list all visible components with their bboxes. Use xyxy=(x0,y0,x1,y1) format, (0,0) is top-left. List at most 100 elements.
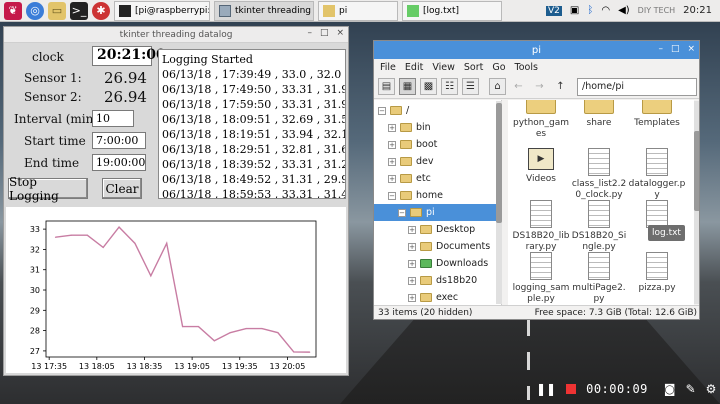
icon-view-icon[interactable]: ▦ xyxy=(399,78,416,95)
tree-item[interactable]: + boot xyxy=(374,136,496,153)
compact-view-icon[interactable]: ☷ xyxy=(441,78,458,95)
fm-title: pi xyxy=(531,44,542,56)
interval-label: Interval (min) xyxy=(14,112,99,126)
list-view-icon[interactable]: ☰ xyxy=(462,78,479,95)
expander-icon[interactable]: − xyxy=(378,106,386,115)
volume-icon[interactable]: ◀) xyxy=(618,5,630,16)
expander-icon[interactable]: + xyxy=(408,293,416,302)
close-icon[interactable]: × xyxy=(336,28,344,38)
expander-icon[interactable]: + xyxy=(408,259,416,268)
pencil-icon[interactable]: ✎ xyxy=(686,382,696,396)
tree-scrollbar-thumb[interactable] xyxy=(496,103,502,223)
menu-edit[interactable]: Edit xyxy=(405,62,423,73)
expander-icon[interactable]: + xyxy=(408,276,416,285)
minimize-icon[interactable]: – xyxy=(658,44,663,54)
expander-icon[interactable]: − xyxy=(398,208,406,217)
file-item[interactable]: DS18B20_library.py xyxy=(512,200,570,253)
end-time-input[interactable]: 19:00:00 xyxy=(92,154,146,171)
tree-item[interactable]: + ds18b20 xyxy=(374,272,496,289)
file-item[interactable]: DS18B20_Single.py xyxy=(570,200,628,253)
tree-item[interactable]: + Documents xyxy=(374,238,496,255)
sidebar-toggle-icon[interactable]: ▤ xyxy=(378,78,395,95)
menu-file[interactable]: File xyxy=(380,62,396,73)
file-item[interactable]: class_list2.20_clock.py xyxy=(570,148,628,201)
expander-icon[interactable]: + xyxy=(408,242,416,251)
monitor-icon[interactable]: ▣ xyxy=(570,5,579,16)
browser-icon[interactable]: ◎ xyxy=(26,1,44,20)
tree-item[interactable]: + exec xyxy=(374,289,496,305)
menu-go[interactable]: Go xyxy=(492,62,505,73)
interval-input[interactable]: 10 xyxy=(92,110,134,127)
file-manager-icon[interactable]: ▭ xyxy=(48,1,66,20)
folder-icon xyxy=(400,123,412,132)
start-time-input[interactable]: 7:00:00 xyxy=(92,132,146,149)
raspberry-menu-icon[interactable]: ❦ xyxy=(4,1,22,20)
file-item-label: share xyxy=(586,118,612,128)
path-input[interactable]: /home/pi xyxy=(577,77,697,96)
task-tkinter[interactable]: tkinter threading d... xyxy=(214,0,314,21)
settings-icon[interactable]: ⚙ xyxy=(706,382,717,396)
expander-icon[interactable]: + xyxy=(388,157,396,166)
folder-icon xyxy=(584,100,614,114)
menu-tools[interactable]: Tools xyxy=(515,62,538,73)
log-textbox[interactable]: Logging Started 06/13/18 , 17:39:49 , 33.… xyxy=(158,49,346,199)
maximize-icon[interactable]: □ xyxy=(320,28,329,38)
file-item-label: multiPage2.py xyxy=(572,283,626,304)
expander-icon[interactable]: + xyxy=(388,123,396,132)
back-icon[interactable]: ← xyxy=(510,78,527,95)
file-item[interactable]: Templates xyxy=(628,100,686,129)
expander-icon[interactable]: − xyxy=(388,191,396,200)
expander-icon[interactable]: + xyxy=(408,225,416,234)
file-item[interactable]: share xyxy=(570,100,628,129)
wifi-icon[interactable]: ◠ xyxy=(601,5,610,16)
vnc-icon[interactable]: V2 xyxy=(546,5,562,16)
data-point xyxy=(150,275,152,277)
tree-item[interactable]: + etc xyxy=(374,170,496,187)
bluetooth-icon[interactable]: ᛒ xyxy=(587,5,593,16)
tree-item[interactable]: + Downloads xyxy=(374,255,496,272)
maximize-icon[interactable]: □ xyxy=(671,44,680,54)
tree-item[interactable]: − / xyxy=(374,102,496,119)
file-item[interactable]: multiPage2.py xyxy=(570,252,628,305)
stop-icon[interactable] xyxy=(566,384,577,394)
task-file-manager[interactable]: pi xyxy=(318,0,398,21)
up-icon[interactable]: ↑ xyxy=(552,78,569,95)
expander-icon[interactable]: + xyxy=(388,174,396,183)
file-item[interactable]: python_games xyxy=(512,100,570,140)
home-icon[interactable]: ⌂ xyxy=(489,78,506,95)
forward-icon[interactable]: → xyxy=(531,78,548,95)
tree-item[interactable]: − home xyxy=(374,187,496,204)
tree-item[interactable]: + dev xyxy=(374,153,496,170)
stop-logging-button[interactable]: Stop Logging xyxy=(8,175,88,203)
data-point xyxy=(134,242,136,244)
math-icon[interactable]: ✱ xyxy=(92,1,110,20)
tree-item-label: home xyxy=(416,190,443,201)
file-item[interactable]: datalogger.py xyxy=(628,148,686,201)
log-line: 06/13/18 , 18:19:51 , 33.94 , 32.12 xyxy=(162,128,346,141)
file-item[interactable]: pizza.py xyxy=(628,252,686,294)
file-item[interactable]: ▶ Videos xyxy=(512,148,570,185)
menu-view[interactable]: View xyxy=(432,62,455,73)
tree-item[interactable]: − pi xyxy=(374,204,496,221)
tree-item-label: dev xyxy=(416,156,434,167)
window-controls: – □ × xyxy=(307,28,344,38)
task-label: tkinter threading d... xyxy=(235,5,313,16)
terminal-icon[interactable]: >_ xyxy=(70,1,88,20)
file-item[interactable]: logging_sample.py xyxy=(512,252,570,305)
tree-item[interactable]: + Desktop xyxy=(374,221,496,238)
start-time-label: Start time xyxy=(24,134,86,148)
icons-scrollbar-thumb[interactable] xyxy=(694,131,699,211)
folder-icon xyxy=(420,225,432,234)
camera-icon[interactable]: ◙ xyxy=(664,382,676,396)
pause-icon[interactable]: ❚❚ xyxy=(536,382,556,396)
thumbnail-view-icon[interactable]: ▩ xyxy=(420,78,437,95)
expander-icon[interactable]: + xyxy=(388,140,396,149)
task-editor[interactable]: [log.txt] xyxy=(402,0,502,21)
task-terminal[interactable]: [pi@raspberrypi: ~] xyxy=(114,0,210,21)
document-icon xyxy=(588,148,610,176)
close-icon[interactable]: × xyxy=(687,44,695,54)
tree-item[interactable]: + bin xyxy=(374,119,496,136)
clear-button[interactable]: Clear xyxy=(102,178,142,199)
minimize-icon[interactable]: – xyxy=(307,28,312,38)
menu-sort[interactable]: Sort xyxy=(464,62,483,73)
